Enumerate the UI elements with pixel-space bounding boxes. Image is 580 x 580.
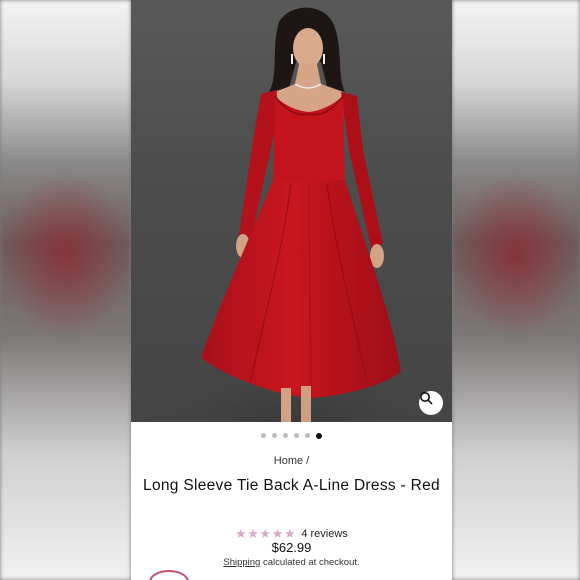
search-icon (420, 392, 433, 405)
review-count[interactable]: 4 reviews (301, 528, 347, 540)
product-title: Long Sleeve Tie Back A-Line Dress - Red (143, 477, 440, 494)
shipping-suffix: calculated at checkout. (260, 557, 360, 568)
product-rating[interactable]: ★ ★ ★ ★ ★ 4 reviews (131, 527, 452, 541)
star-icon: ★ (271, 527, 284, 541)
blurred-backdrop-left (0, 0, 131, 580)
star-icon: ★ (235, 527, 247, 541)
star-icon: ★ (247, 527, 259, 541)
star-icon: ★ (259, 527, 271, 541)
product-image[interactable] (131, 0, 452, 422)
carousel-dot[interactable] (305, 433, 310, 438)
product-page: Home / Long Sleeve Tie Back A-Line Dress… (131, 0, 452, 580)
carousel-dot[interactable] (283, 433, 288, 438)
zoom-button[interactable] (419, 391, 443, 415)
blurred-backdrop-right (452, 0, 580, 580)
carousel-dot[interactable] (272, 433, 277, 438)
shipping-link[interactable]: Shipping (223, 557, 260, 568)
carousel-dot[interactable] (294, 433, 299, 438)
carousel-dot[interactable] (261, 433, 266, 438)
model-in-red-dress-photo (131, 7, 452, 422)
product-price: $62.99 (271, 540, 312, 555)
carousel-pagination (131, 432, 452, 439)
star-icon: ★ (284, 527, 296, 541)
breadcrumb[interactable]: Home / (131, 455, 452, 467)
shipping-note: Shipping calculated at checkout. (131, 557, 452, 568)
carousel-dot-active[interactable] (316, 432, 322, 439)
partial-icon (149, 570, 189, 580)
